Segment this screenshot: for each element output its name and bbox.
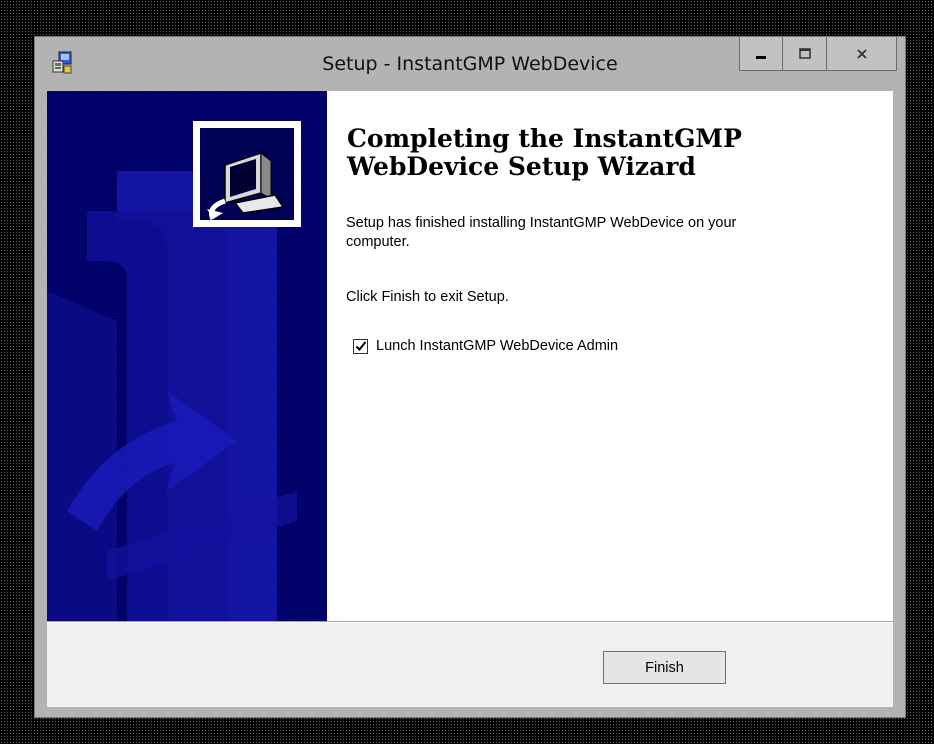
finish-button[interactable]: Finish [603,651,726,684]
wizard-heading-line1: Completing the InstantGMP [347,124,742,153]
wizard-main-panel: Completing the InstantGMP WebDevice Setu… [327,91,893,621]
wizard-banner-image [47,91,327,621]
finished-message-line1: Setup has finished installing InstantGMP… [346,215,737,231]
exit-hint: Click Finish to exit Setup. [346,289,509,305]
wizard-heading: Completing the InstantGMP WebDevice Setu… [347,125,867,181]
minimize-button[interactable] [739,37,783,71]
wizard-heading-line2: WebDevice Setup Wizard [347,152,696,181]
title-bar[interactable]: Setup - InstantGMP WebDevice [35,37,905,91]
maximize-icon [798,47,811,59]
launch-checkbox-label[interactable]: Lunch InstantGMP WebDevice Admin [376,338,618,354]
finished-message-line2: computer. [346,234,410,250]
footer-divider-highlight [47,622,893,623]
launch-checkbox[interactable] [353,338,368,354]
close-button[interactable] [827,37,897,71]
launch-option[interactable]: Lunch InstantGMP WebDevice Admin [353,338,618,354]
wizard-content: Completing the InstantGMP WebDevice Setu… [47,91,893,707]
close-icon [856,48,867,59]
checkmark-icon [355,341,366,351]
finished-message: Setup has finished installing InstantGMP… [346,214,736,252]
minimize-icon [756,55,766,59]
setup-window: Setup - InstantGMP WebDevice Completing … [34,36,906,718]
maximize-button[interactable] [783,37,827,71]
banner-graphic [47,91,327,621]
window-controls [739,37,897,71]
